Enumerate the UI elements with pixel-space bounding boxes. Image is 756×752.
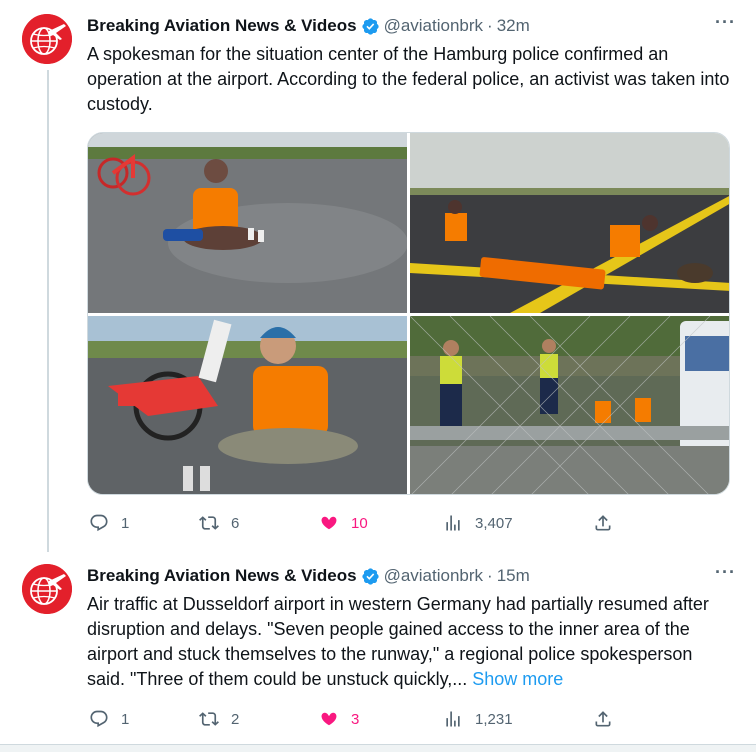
- tweet-actions: 1 2 3 1,231: [87, 708, 627, 730]
- retweet-count: 6: [231, 514, 240, 532]
- tweet-2[interactable]: Breaking Aviation News & Videos @aviatio…: [0, 552, 756, 742]
- views-chart-icon: [446, 515, 460, 531]
- retweet-icon: [199, 516, 219, 530]
- retweet-button[interactable]: 6: [199, 512, 239, 534]
- tweet-actions: 1 6 10 3,407: [87, 512, 627, 534]
- share-button[interactable]: [593, 708, 613, 730]
- photo-1[interactable]: [88, 133, 407, 313]
- author-name[interactable]: Breaking Aviation News & Videos: [87, 566, 357, 586]
- show-more-link[interactable]: Show more: [472, 669, 563, 689]
- photo-3[interactable]: [88, 316, 407, 494]
- reply-count: 1: [121, 514, 130, 532]
- views-chart-icon: [446, 711, 460, 727]
- like-button[interactable]: 3: [319, 708, 359, 730]
- verified-badge-icon: [361, 17, 379, 35]
- retweet-count: 2: [231, 710, 240, 728]
- tweet-header: Breaking Aviation News & Videos @aviatio…: [87, 13, 736, 37]
- globe-plane-icon: [22, 564, 72, 614]
- tweet-1[interactable]: Breaking Aviation News & Videos @aviatio…: [0, 0, 756, 552]
- tweet-text: A spokesman for the situation center of …: [87, 44, 730, 114]
- share-button[interactable]: [593, 512, 613, 534]
- author-handle[interactable]: @aviationbrk: [384, 16, 483, 36]
- separator-dot: ·: [487, 16, 493, 35]
- tweet-text: Air traffic at Dusseldorf airport in wes…: [87, 592, 732, 692]
- views-button[interactable]: 3,407: [443, 512, 513, 534]
- avatar[interactable]: [22, 564, 72, 614]
- media-grid: [87, 132, 730, 495]
- author-name[interactable]: Breaking Aviation News & Videos: [87, 16, 357, 36]
- views-count: 1,231: [475, 710, 513, 728]
- retweet-button[interactable]: 2: [199, 708, 239, 730]
- heart-icon: [321, 516, 337, 530]
- verified-badge-icon: [361, 567, 379, 585]
- tweet-body: Air traffic at Dusseldorf airport in wes…: [87, 594, 709, 689]
- heart-icon: [321, 712, 337, 726]
- reply-button[interactable]: 1: [89, 512, 129, 534]
- reply-icon: [90, 710, 108, 728]
- share-icon: [595, 515, 611, 531]
- views-button[interactable]: 1,231: [443, 708, 513, 730]
- bottom-divider: [0, 744, 756, 752]
- reply-count: 1: [121, 710, 130, 728]
- like-count: 3: [351, 710, 360, 728]
- views-count: 3,407: [475, 514, 513, 532]
- photo-4[interactable]: [410, 316, 729, 494]
- reply-button[interactable]: 1: [89, 708, 129, 730]
- tweet-header: Breaking Aviation News & Videos @aviatio…: [87, 563, 736, 587]
- like-count: 10: [351, 514, 368, 532]
- separator-dot: ·: [487, 566, 493, 585]
- like-button[interactable]: 10: [319, 512, 368, 534]
- avatar[interactable]: [22, 14, 72, 64]
- timestamp[interactable]: 15m: [497, 566, 530, 586]
- photo-2[interactable]: [410, 133, 729, 313]
- globe-plane-icon: [22, 14, 72, 64]
- more-dots-icon[interactable]: ···: [715, 563, 736, 581]
- author-handle[interactable]: @aviationbrk: [384, 566, 483, 586]
- more-dots-icon[interactable]: ···: [715, 13, 736, 31]
- timestamp[interactable]: 32m: [497, 16, 530, 36]
- share-icon: [595, 711, 611, 727]
- reply-icon: [90, 514, 108, 532]
- retweet-icon: [199, 712, 219, 726]
